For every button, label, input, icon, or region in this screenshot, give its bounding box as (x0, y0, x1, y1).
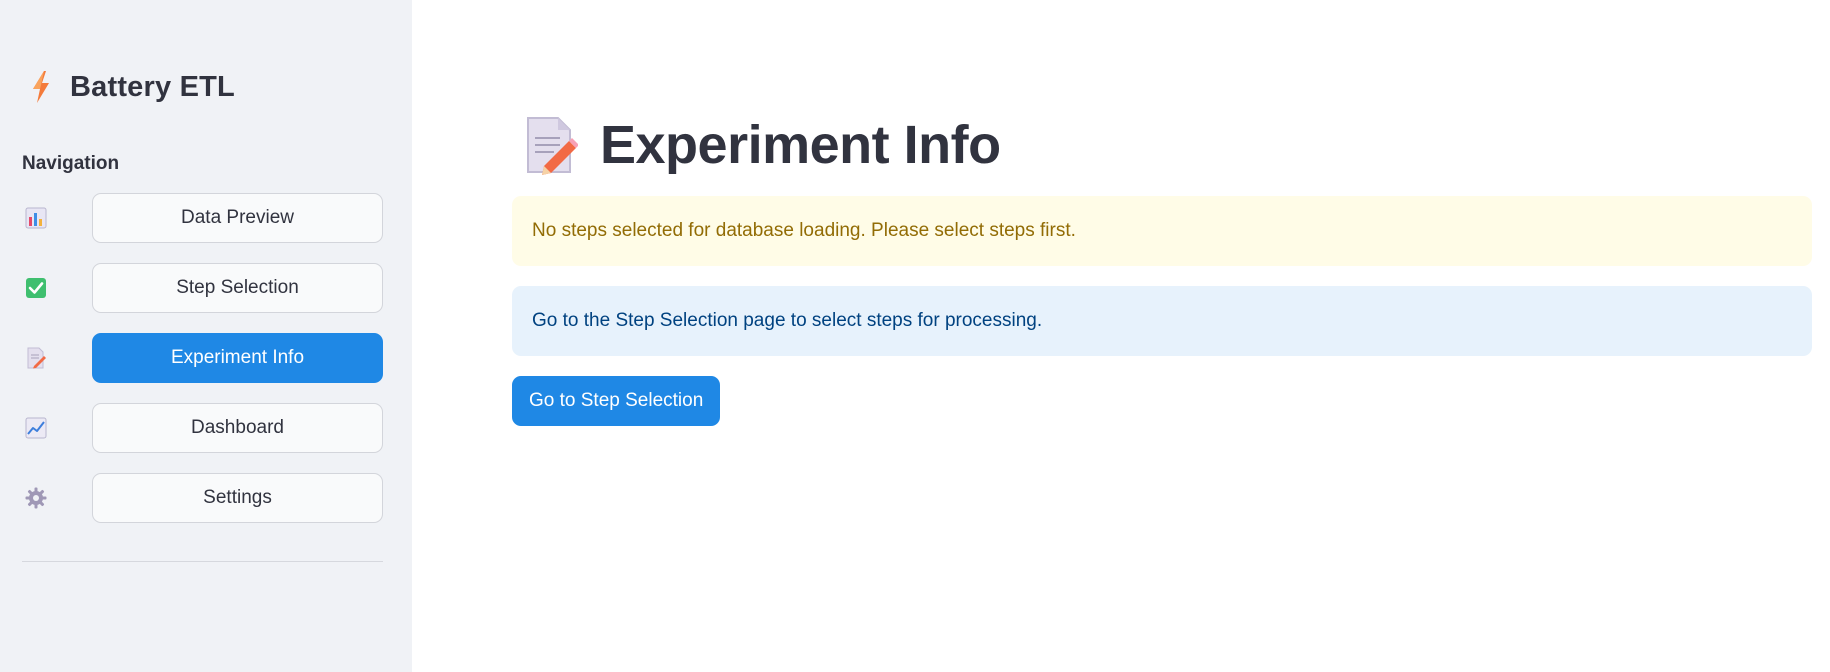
check-box-icon (24, 276, 48, 300)
nav-item-step-selection: Step Selection (0, 263, 412, 313)
experiment-info-button[interactable]: Experiment Info (92, 333, 383, 383)
info-alert: Go to the Step Selection page to select … (512, 286, 1812, 356)
page-title: Experiment Info (600, 115, 1001, 175)
nav-item-experiment-info: Experiment Info (0, 333, 412, 383)
brand: Battery ETL (26, 66, 235, 108)
nav-heading: Navigation (22, 153, 120, 174)
nav-item-data-preview: Data Preview (0, 193, 412, 243)
page-header: Experiment Info (524, 110, 1001, 180)
data-preview-button[interactable]: Data Preview (92, 193, 383, 243)
memo-pencil-icon (524, 114, 579, 176)
info-message: Go to the Step Selection page to select … (532, 310, 1043, 331)
sidebar-divider (22, 561, 383, 562)
sidebar: Battery ETL Navigation Data Preview Step… (0, 0, 412, 672)
dashboard-button[interactable]: Dashboard (92, 403, 383, 453)
gear-icon (24, 486, 48, 510)
nav-item-settings: Settings (0, 473, 412, 523)
go-to-step-selection-button[interactable]: Go to Step Selection (512, 376, 721, 426)
warning-message: No steps selected for database loading. … (532, 220, 1076, 241)
settings-button[interactable]: Settings (92, 473, 383, 523)
line-chart-icon (24, 416, 48, 440)
step-selection-button[interactable]: Step Selection (92, 263, 383, 313)
main-content: Experiment Info No steps selected for da… (412, 0, 1830, 672)
memo-pencil-icon (24, 346, 48, 370)
lightning-bolt-icon (26, 69, 56, 105)
bar-chart-icon (24, 206, 48, 230)
warning-alert: No steps selected for database loading. … (512, 196, 1812, 266)
app-title: Battery ETL (70, 70, 235, 103)
nav-item-dashboard: Dashboard (0, 403, 412, 453)
